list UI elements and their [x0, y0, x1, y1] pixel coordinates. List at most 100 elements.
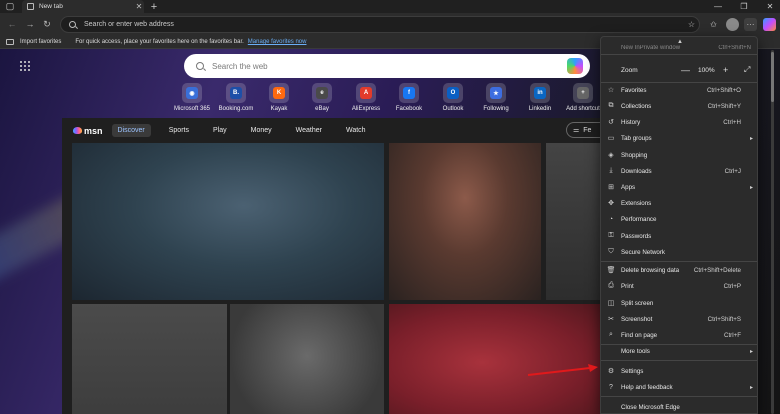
menu-item-shortcut: Ctrl+H	[723, 118, 741, 126]
import-favorites-button[interactable]: Import favorites	[20, 39, 61, 45]
ebay-icon: e	[316, 87, 328, 99]
shortcut-label: Following	[483, 106, 509, 112]
shortcut-facebook[interactable]: f Facebook	[387, 83, 431, 112]
close-tab-icon[interactable]: ✕	[134, 2, 144, 11]
menu-item-label: Delete browsing data	[621, 266, 680, 274]
shortcut-add-shortcut[interactable]: + Add shortcut	[561, 83, 605, 112]
menu-item-shopping[interactable]: ◈ Shopping	[601, 147, 757, 163]
tab-strip: ▢ New tab ✕ + — ❐ ✕	[0, 0, 780, 13]
menu-item-favorites[interactable]: ☆ Favorites Ctrl+Shift+O	[601, 82, 757, 98]
forward-arrow-icon[interactable]: →	[24, 18, 36, 30]
settings-and-more-menu: ▲ New InPrivate window Ctrl+Shift+N Zoom…	[600, 36, 758, 414]
msn-tab-sports[interactable]: Sports	[163, 124, 195, 137]
menu-item-passwords[interactable]: ⚿ Passwords	[601, 228, 757, 244]
shortcut-ebay[interactable]: e eBay	[300, 83, 344, 112]
favorites-icon[interactable]: ✩	[707, 18, 720, 31]
address-bar[interactable]: Search or enter web address	[60, 16, 700, 33]
toolbar: ← → ↻ Search or enter web address ☆ ✩ ··…	[0, 13, 780, 36]
msn-logo[interactable]: msn	[73, 126, 103, 136]
menu-item-cut-off-label: New InPrivate window	[621, 45, 681, 51]
web-search-box[interactable]: Search the web	[184, 54, 590, 78]
outlook-icon: O	[447, 87, 459, 99]
shortcut-booking-com[interactable]: B. Booking.com	[214, 83, 258, 112]
copilot-icon[interactable]	[763, 18, 776, 31]
menu-item-collections[interactable]: ⧉ Collections Ctrl+Shift+Y	[601, 98, 757, 114]
menu-item-find-on-page[interactable]: ⌕ Find on page Ctrl+F	[601, 327, 757, 343]
copilot-icon[interactable]	[567, 58, 583, 74]
msn-tab-weather[interactable]: Weather	[290, 124, 328, 137]
microsoft-365-icon: ◉	[186, 87, 198, 99]
menu-item-shortcut: Ctrl+Shift+Y	[707, 102, 741, 110]
news-card[interactable]	[72, 143, 384, 300]
menu-item-label: More tools	[621, 347, 650, 355]
back-arrow-icon[interactable]: ←	[6, 18, 18, 30]
menu-item-help-and-feedback[interactable]: ? Help and feedback ▸	[601, 379, 757, 395]
shortcut-outlook[interactable]: O Outlook	[431, 83, 475, 112]
shortcut-tile: ◉	[182, 83, 202, 103]
menu-item-shortcut: Ctrl+Shift+O	[706, 86, 741, 94]
menu-item-label: Extensions	[621, 199, 652, 207]
web-search-placeholder: Search the web	[212, 61, 268, 71]
news-card[interactable]	[230, 304, 384, 414]
star-icon: ☆	[607, 87, 615, 94]
msn-tab-play[interactable]: Play	[207, 124, 233, 137]
news-card[interactable]	[72, 304, 227, 414]
msn-tab-discover[interactable]: Discover	[111, 124, 151, 137]
zoom-value: 100%	[698, 66, 715, 74]
trash-icon: 🗑	[606, 267, 616, 274]
menu-item-downloads[interactable]: ⤓ Downloads Ctrl+J	[601, 163, 757, 179]
menu-item-secure-network[interactable]: ⛉ Secure Network	[601, 244, 757, 260]
plus-icon: +	[577, 87, 589, 99]
fullscreen-icon[interactable]: ⤢	[744, 65, 750, 75]
menu-item-shortcut: Ctrl+Shift+S	[707, 315, 741, 323]
shortcut-aliexpress[interactable]: A AliExpress	[344, 83, 388, 112]
menu-item-more-tools[interactable]: More tools ▸	[601, 343, 757, 359]
key-icon: ⚿	[608, 232, 614, 239]
shortcut-tile: K	[269, 83, 289, 103]
menu-item-apps[interactable]: ⊞ Apps ▸	[601, 179, 757, 195]
shortcut-kayak[interactable]: K Kayak	[257, 83, 301, 112]
minimize-icon[interactable]: —	[710, 0, 726, 13]
profile-avatar[interactable]	[726, 18, 739, 31]
shortcut-tile: +	[573, 83, 593, 103]
zoom-in-button[interactable]: +	[723, 65, 728, 75]
zoom-out-button[interactable]: —	[681, 65, 690, 75]
search-icon	[69, 21, 76, 28]
new-tab-plus-icon[interactable]: +	[149, 1, 159, 13]
restore-icon[interactable]: ❐	[736, 0, 752, 13]
menu-scrollbar[interactable]	[770, 50, 775, 414]
menu-item-history[interactable]: ↺ History Ctrl+H	[601, 114, 757, 130]
menu-item-screenshot[interactable]: ✂ Screenshot Ctrl+Shift+S	[601, 311, 757, 327]
shortcut-microsoft-365[interactable]: ◉ Microsoft 365	[170, 83, 214, 112]
shortcut-following[interactable]: ★ Following	[474, 83, 518, 112]
workspaces-icon[interactable]: ▢	[5, 1, 15, 12]
menu-item-label: History	[621, 118, 641, 126]
menu-item-settings[interactable]: ⚙ Settings	[601, 363, 757, 379]
menu-item-label: Apps	[621, 183, 636, 191]
msn-tab-watch[interactable]: Watch	[340, 124, 372, 137]
more-menu-icon[interactable]: ···	[744, 18, 757, 31]
shortcut-linkedin[interactable]: in Linkedin	[518, 83, 562, 112]
favorite-star-icon[interactable]: ☆	[685, 18, 698, 31]
menu-item-performance[interactable]: ◔ Performance	[601, 211, 757, 227]
refresh-icon[interactable]: ↻	[41, 18, 53, 30]
import-icon	[6, 39, 14, 45]
menu-item-label: Downloads	[621, 167, 652, 175]
app-launcher-icon[interactable]	[20, 61, 30, 71]
menu-item-extensions[interactable]: ✥ Extensions	[601, 195, 757, 211]
menu-item-tab-groups[interactable]: ▭ Tab groups ▸	[601, 130, 757, 146]
menu-item-print[interactable]: ⎙ Print Ctrl+P	[601, 278, 757, 294]
manage-favorites-link[interactable]: Manage favorites now	[248, 39, 307, 45]
news-card[interactable]	[389, 304, 622, 414]
msn-tab-money[interactable]: Money	[245, 124, 278, 137]
menu-item-split-screen[interactable]: ◫ Split screen	[601, 295, 757, 311]
menu-item-label: Print	[621, 282, 634, 290]
menu-item-close-microsoft-edge[interactable]: Close Microsoft Edge	[601, 399, 757, 413]
news-card[interactable]	[389, 143, 541, 300]
menu-item-delete-browsing-data[interactable]: 🗑 Delete browsing data Ctrl+Shift+Delete	[601, 262, 757, 278]
menu-item-cut-off[interactable]: New InPrivate window Ctrl+Shift+N	[621, 45, 751, 51]
menu-item-shortcut: Ctrl+Shift+Delete	[693, 266, 741, 274]
window-close-icon[interactable]: ✕	[762, 0, 778, 13]
shortcut-tile: in	[530, 83, 550, 103]
tab-new-tab[interactable]: New tab ✕	[22, 0, 144, 13]
